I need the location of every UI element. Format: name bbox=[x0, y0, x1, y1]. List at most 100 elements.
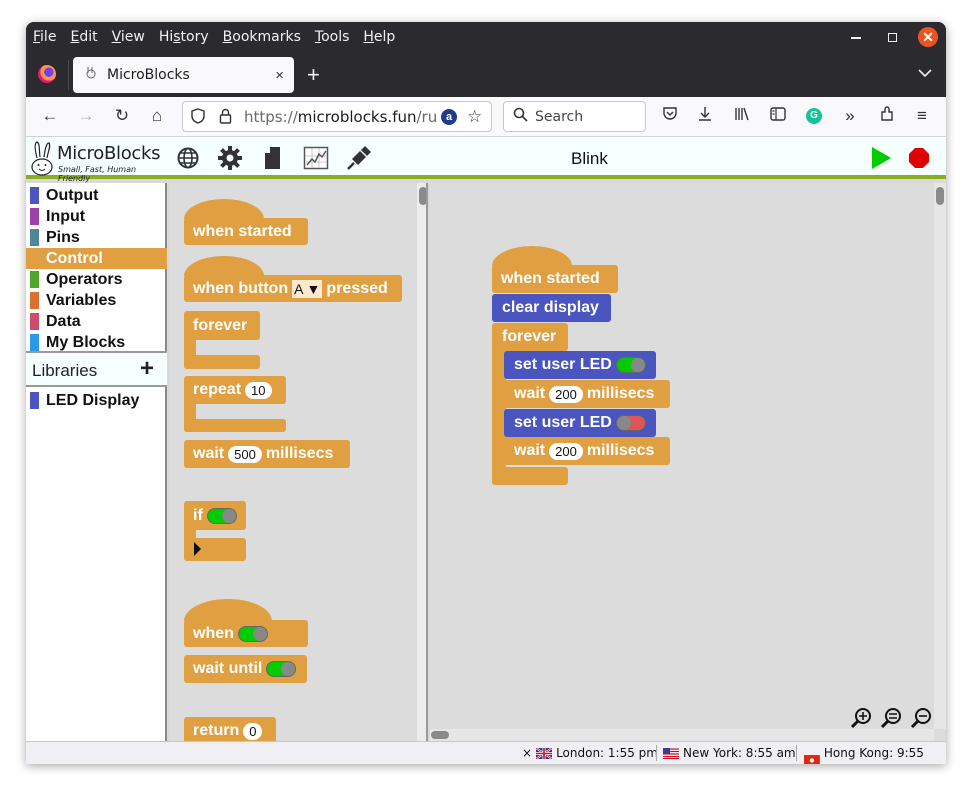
category-control[interactable]: Control bbox=[26, 248, 167, 269]
maximize-button[interactable] bbox=[888, 22, 897, 52]
back-icon[interactable]: ← bbox=[39, 106, 61, 126]
button-dropdown[interactable]: A ▼ bbox=[292, 279, 323, 298]
category-output[interactable]: Output bbox=[26, 185, 167, 206]
firefox-icon[interactable] bbox=[38, 65, 56, 83]
zoom-reset-icon[interactable] bbox=[880, 707, 902, 729]
wait-ms-input[interactable]: 200 bbox=[549, 385, 583, 403]
clock-new-york[interactable]: New York: 8:55 am bbox=[663, 746, 796, 760]
scripting-area[interactable]: when started clear display forever set u… bbox=[430, 183, 946, 741]
palette-scroll-thumb[interactable] bbox=[419, 187, 426, 205]
script-set-user-led-off[interactable]: set user LED bbox=[504, 409, 656, 437]
extension-a-icon[interactable]: a bbox=[441, 109, 457, 125]
tab-microblocks[interactable]: MicroBlocks × bbox=[73, 57, 294, 93]
script-when-started[interactable]: when started bbox=[492, 265, 618, 293]
sidebar-icon[interactable] bbox=[767, 106, 789, 126]
url-bar[interactable]: https://microblocks.fun/run a ☆ bbox=[182, 101, 492, 132]
menu-file[interactable]: File bbox=[33, 29, 56, 45]
block-when-button-pressed[interactable]: when button A ▼ pressed bbox=[184, 275, 402, 302]
category-pane: Output Input Pins Control Operators Vari… bbox=[26, 183, 167, 741]
grammarly-icon[interactable]: G bbox=[806, 108, 822, 124]
block-wait-until[interactable]: wait until bbox=[184, 655, 307, 683]
scripts-horizontal-scrollbar[interactable] bbox=[430, 729, 934, 741]
run-button[interactable] bbox=[872, 147, 891, 169]
menu-tools[interactable]: Tools bbox=[315, 29, 350, 45]
scripts-vertical-scrollbar[interactable] bbox=[934, 183, 946, 729]
new-tab-button[interactable]: + bbox=[307, 62, 320, 88]
script-set-user-led-on[interactable]: set user LED bbox=[504, 351, 656, 379]
project-title[interactable]: Blink bbox=[571, 149, 608, 169]
close-window-button[interactable]: ✕ bbox=[918, 22, 938, 52]
category-data[interactable]: Data bbox=[26, 311, 167, 332]
zoom-in-icon[interactable] bbox=[850, 707, 872, 729]
block-label: return bbox=[193, 722, 240, 739]
category-my-blocks[interactable]: My Blocks bbox=[26, 332, 167, 353]
block-when-condition[interactable]: when bbox=[184, 620, 308, 647]
tab-close-icon[interactable]: × bbox=[275, 67, 284, 84]
tab-separator bbox=[68, 60, 69, 90]
category-operators[interactable]: Operators bbox=[26, 269, 167, 290]
boolean-toggle[interactable] bbox=[237, 625, 268, 642]
star-icon[interactable]: ☆ bbox=[467, 107, 482, 127]
menu-history[interactable]: History bbox=[159, 29, 209, 45]
menu-edit[interactable]: Edit bbox=[70, 29, 97, 45]
palette-scrollbar[interactable] bbox=[417, 183, 426, 741]
category-input[interactable]: Input bbox=[26, 206, 167, 227]
boolean-toggle[interactable] bbox=[206, 507, 237, 524]
clock-london[interactable]: × London: 1:55 pm bbox=[522, 746, 658, 760]
menu-view[interactable]: View bbox=[112, 29, 145, 45]
block-label: pressed bbox=[326, 279, 388, 297]
c-block-foot bbox=[492, 467, 568, 485]
script-clear-display[interactable]: clear display bbox=[492, 294, 611, 322]
graph-icon[interactable] bbox=[303, 145, 329, 171]
return-value-input[interactable]: 0 bbox=[243, 722, 263, 740]
wait-ms-input[interactable]: 500 bbox=[228, 445, 262, 463]
hat-cap bbox=[184, 256, 264, 276]
category-pins[interactable]: Pins bbox=[26, 227, 167, 248]
script-wait-200-1[interactable]: wait 200 millisecs bbox=[504, 380, 670, 408]
bunny-logo-icon bbox=[31, 141, 53, 176]
file-icon[interactable] bbox=[260, 145, 286, 171]
led-off-toggle[interactable] bbox=[615, 415, 646, 431]
gear-icon[interactable] bbox=[217, 145, 243, 171]
wait-ms-input[interactable]: 200 bbox=[549, 442, 583, 460]
boolean-toggle[interactable] bbox=[266, 661, 297, 677]
pocket-icon[interactable] bbox=[659, 106, 681, 126]
minimize-button[interactable] bbox=[851, 22, 867, 52]
repeat-count-input[interactable]: 10 bbox=[245, 381, 272, 399]
category-swatch bbox=[30, 271, 39, 288]
search-bar[interactable]: Search bbox=[503, 101, 646, 132]
clocks-close-icon[interactable]: × bbox=[522, 746, 532, 760]
script-wait-200-2[interactable]: wait 200 millisecs bbox=[504, 437, 670, 465]
url-text[interactable]: https://microblocks.fun/run bbox=[244, 108, 438, 126]
tab-list-chevron-icon[interactable] bbox=[918, 65, 932, 81]
stop-button[interactable] bbox=[909, 148, 929, 168]
menu-bookmarks[interactable]: Bookmarks bbox=[223, 29, 301, 45]
led-on-toggle[interactable] bbox=[615, 357, 646, 373]
zoom-out-icon[interactable] bbox=[910, 707, 932, 729]
add-library-button[interactable]: + bbox=[140, 355, 154, 383]
menu-help[interactable]: Help bbox=[363, 29, 395, 45]
library-icon[interactable] bbox=[731, 106, 753, 127]
globe-icon[interactable] bbox=[175, 145, 201, 171]
download-icon[interactable] bbox=[694, 106, 716, 127]
block-repeat[interactable]: repeat 10 bbox=[184, 376, 286, 404]
lock-icon[interactable] bbox=[219, 108, 232, 128]
block-return[interactable]: return 0 bbox=[184, 717, 276, 741]
reload-icon[interactable]: ↻ bbox=[111, 106, 133, 126]
scripts-horizontal-thumb[interactable] bbox=[431, 731, 449, 739]
block-when-started[interactable]: when started bbox=[184, 218, 308, 245]
extensions-icon[interactable] bbox=[876, 106, 898, 127]
library-led-display[interactable]: LED Display bbox=[26, 390, 167, 411]
home-icon[interactable]: ⌂ bbox=[146, 106, 168, 126]
usb-connect-icon[interactable] bbox=[346, 145, 372, 171]
forward-icon[interactable]: → bbox=[75, 106, 97, 126]
hamburger-menu-icon[interactable]: ≡ bbox=[911, 106, 933, 126]
category-variables[interactable]: Variables bbox=[26, 290, 167, 311]
shield-icon[interactable] bbox=[191, 108, 205, 128]
block-label: when button bbox=[193, 279, 289, 297]
block-wait-millisecs[interactable]: wait 500 millisecs bbox=[184, 440, 350, 468]
expand-arrow-icon[interactable] bbox=[194, 542, 201, 556]
overflow-chevrons-icon[interactable]: » bbox=[839, 106, 861, 126]
clock-hong-kong[interactable]: Hong Kong: 9:55 pm bbox=[804, 746, 946, 764]
scripts-vertical-thumb[interactable] bbox=[936, 187, 944, 205]
